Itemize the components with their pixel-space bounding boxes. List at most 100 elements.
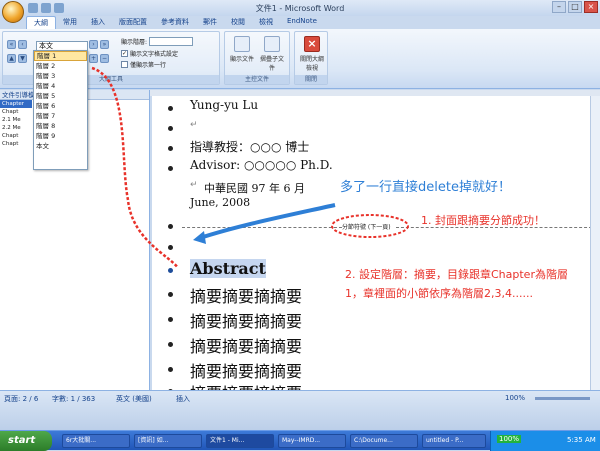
tray-percent[interactable]: 100% <box>497 435 522 443</box>
close-button[interactable]: × <box>584 1 598 13</box>
dropdown-item[interactable]: 階層 4 <box>34 81 87 91</box>
show-text-format-checkbox[interactable]: ✓ 顯示文字格式設定 <box>121 49 178 58</box>
outline-bullet <box>168 106 173 111</box>
outline-bullet <box>168 245 173 250</box>
outline-bullet <box>168 224 173 229</box>
outline-bullet <box>168 166 173 171</box>
abstract-heading: Abstract <box>190 259 266 278</box>
taskbar-item[interactable]: C:\Docume... <box>350 434 418 448</box>
start-button[interactable]: start <box>0 431 52 451</box>
status-bar: 頁面: 2 / 6 字數: 1 / 363 英文 (美國) 插入 100% <box>0 390 600 430</box>
dropdown-item[interactable]: 階層 6 <box>34 101 87 111</box>
demote-icon[interactable]: › <box>89 40 98 49</box>
dropdown-item[interactable]: 階層 2 <box>34 61 87 71</box>
status-page[interactable]: 頁面: 2 / 6 <box>4 394 38 404</box>
minimize-button[interactable]: – <box>552 1 566 13</box>
show-level-select[interactable] <box>149 37 194 46</box>
maximize-button[interactable]: □ <box>568 1 582 13</box>
doc-line: June, 2008 <box>190 196 251 209</box>
office-button[interactable] <box>2 1 24 23</box>
red-annotation-2: 2. 設定階層：摘要，目錄跟章Chapter為階層1，章裡面的小節依序為階層2,… <box>345 268 568 300</box>
collapse-subdocs-label: 摺疊子文件 <box>259 56 284 72</box>
promote-to-heading1-icon[interactable]: « <box>7 40 16 49</box>
demote-to-body-icon[interactable]: » <box>100 40 109 49</box>
collapse-subdocs-button[interactable]: 摺疊子文件 <box>259 36 285 72</box>
taskbar-item[interactable]: May--IMRD... <box>278 434 346 448</box>
subdocument-icon <box>264 36 280 52</box>
taskbar-item[interactable]: 6r大批關... <box>62 434 130 448</box>
taskbar-item[interactable]: 文件1 - Mi... <box>206 434 274 448</box>
tab-outline[interactable]: 大綱 <box>26 16 56 29</box>
document-icon <box>234 36 250 52</box>
outline-bullet <box>168 292 173 297</box>
move-down-icon[interactable]: ▼ <box>18 54 27 63</box>
master-document-group: 顯示文件 摺疊子文件 主控文件 <box>224 31 290 85</box>
outline-bullet <box>168 126 173 131</box>
doc-line: 摘要摘要摘摘要 <box>190 362 303 381</box>
outline-bullet <box>168 342 173 347</box>
checkbox-empty-icon <box>121 61 128 68</box>
dropdown-item[interactable]: 階層 9 <box>34 131 87 141</box>
show-document-button[interactable]: 顯示文件 <box>229 36 255 63</box>
system-tray: 100% 5:35 AM <box>490 431 600 451</box>
blue-annotation: 多了一行直接delete掉就好！ <box>340 180 511 195</box>
clock: 5:35 AM <box>567 436 596 444</box>
dropdown-item[interactable]: 階層 5 <box>34 91 87 101</box>
title-bar: 文件1 - Microsoft Word – □ × <box>0 0 600 23</box>
close-group: × 關閉大綱檢視 關閉 <box>294 31 328 85</box>
doc-line: 中華民國 97 年 6 月 <box>204 182 305 195</box>
dropdown-item[interactable]: 階層 1 <box>34 51 87 61</box>
tab-mailings[interactable]: 郵件 <box>196 16 224 29</box>
move-up-icon[interactable]: ▲ <box>7 54 16 63</box>
taskbar-item[interactable]: [資訊] 如... <box>134 434 202 448</box>
doc-line: Yung-yu Lu <box>190 98 259 112</box>
close-outline-label: 關閉大綱檢視 <box>299 56 324 72</box>
taskbar: start 6r大批關... [資訊] 如... 文件1 - Mi... May… <box>0 430 600 451</box>
dropdown-item[interactable]: 階層 8 <box>34 121 87 131</box>
tree-item[interactable]: Chapter <box>0 100 32 108</box>
tab-insert[interactable]: 插入 <box>84 16 112 29</box>
red-annotation-1: 1. 封面跟摘要分節成功！ <box>421 214 545 227</box>
promote-icon[interactable]: ‹ <box>18 40 27 49</box>
close-x-icon: × <box>304 36 320 52</box>
dropdown-item[interactable]: 階層 3 <box>34 71 87 81</box>
paragraph-mark: ↵ <box>190 120 198 130</box>
collapse-icon[interactable]: − <box>100 54 109 63</box>
tab-view[interactable]: 檢視 <box>252 16 280 29</box>
vertical-scrollbar[interactable] <box>590 96 600 390</box>
zoom-level[interactable]: 100% <box>505 394 525 402</box>
outline-level-dropdown: 階層 1 階層 2 階層 3 階層 4 階層 5 階層 6 階層 7 階層 8 … <box>33 50 88 170</box>
section-break-label: 分節符號 (下一頁) <box>342 224 391 231</box>
outline-bullet <box>168 268 173 273</box>
status-language[interactable]: 英文 (美國) <box>116 394 152 404</box>
show-level-control[interactable]: 顯示階層: <box>121 37 194 46</box>
doc-line: 摘要摘要摘摘要 <box>190 312 303 331</box>
tab-page-layout[interactable]: 版面配置 <box>112 16 154 29</box>
zoom-slider[interactable] <box>535 397 590 400</box>
doc-line: 指導教授：○○○ 博士 <box>190 140 310 154</box>
show-first-line-checkbox[interactable]: 僅顯示第一行 <box>121 60 166 69</box>
outline-bullet <box>168 146 173 151</box>
dropdown-item[interactable]: 本文 <box>34 141 87 151</box>
taskbar-item[interactable]: untitled - P... <box>422 434 486 448</box>
ribbon-tabs: 大綱 常用 插入 版面配置 參考資料 郵件 校閱 檢視 EndNote <box>26 16 324 29</box>
doc-line: 摘要摘要摘摘要 <box>190 337 303 356</box>
show-text-format-label: 顯示文字格式設定 <box>130 51 179 58</box>
section-break-line-left <box>182 227 342 228</box>
status-words[interactable]: 字數: 1 / 363 <box>52 394 95 404</box>
tab-endnote[interactable]: EndNote <box>280 16 324 29</box>
tab-references[interactable]: 參考資料 <box>154 16 196 29</box>
doc-line: 摘要摘要摘摘要 <box>190 287 303 306</box>
tab-home[interactable]: 常用 <box>56 16 84 29</box>
show-document-label: 顯示文件 <box>229 56 254 63</box>
dropdown-item[interactable]: 階層 7 <box>34 111 87 121</box>
document-page[interactable]: Yung-yu Lu ↵ 指導教授：○○○ 博士 Advisor: ○○○○○ … <box>152 96 600 403</box>
doc-line: Advisor: ○○○○○ Ph.D. <box>190 158 333 172</box>
group-label-close: 關閉 <box>295 75 327 84</box>
ribbon: « ‹ 本文 › » ▲ ▼ + − 顯示階層: ✓ 顯示文字格式設定 僅顯示第… <box>0 29 600 89</box>
expand-icon[interactable]: + <box>89 54 98 63</box>
tab-review[interactable]: 校閱 <box>224 16 252 29</box>
paragraph-mark: ↵ <box>190 180 198 190</box>
status-mode[interactable]: 插入 <box>176 394 190 404</box>
close-outline-button[interactable]: × 關閉大綱檢視 <box>298 36 326 72</box>
